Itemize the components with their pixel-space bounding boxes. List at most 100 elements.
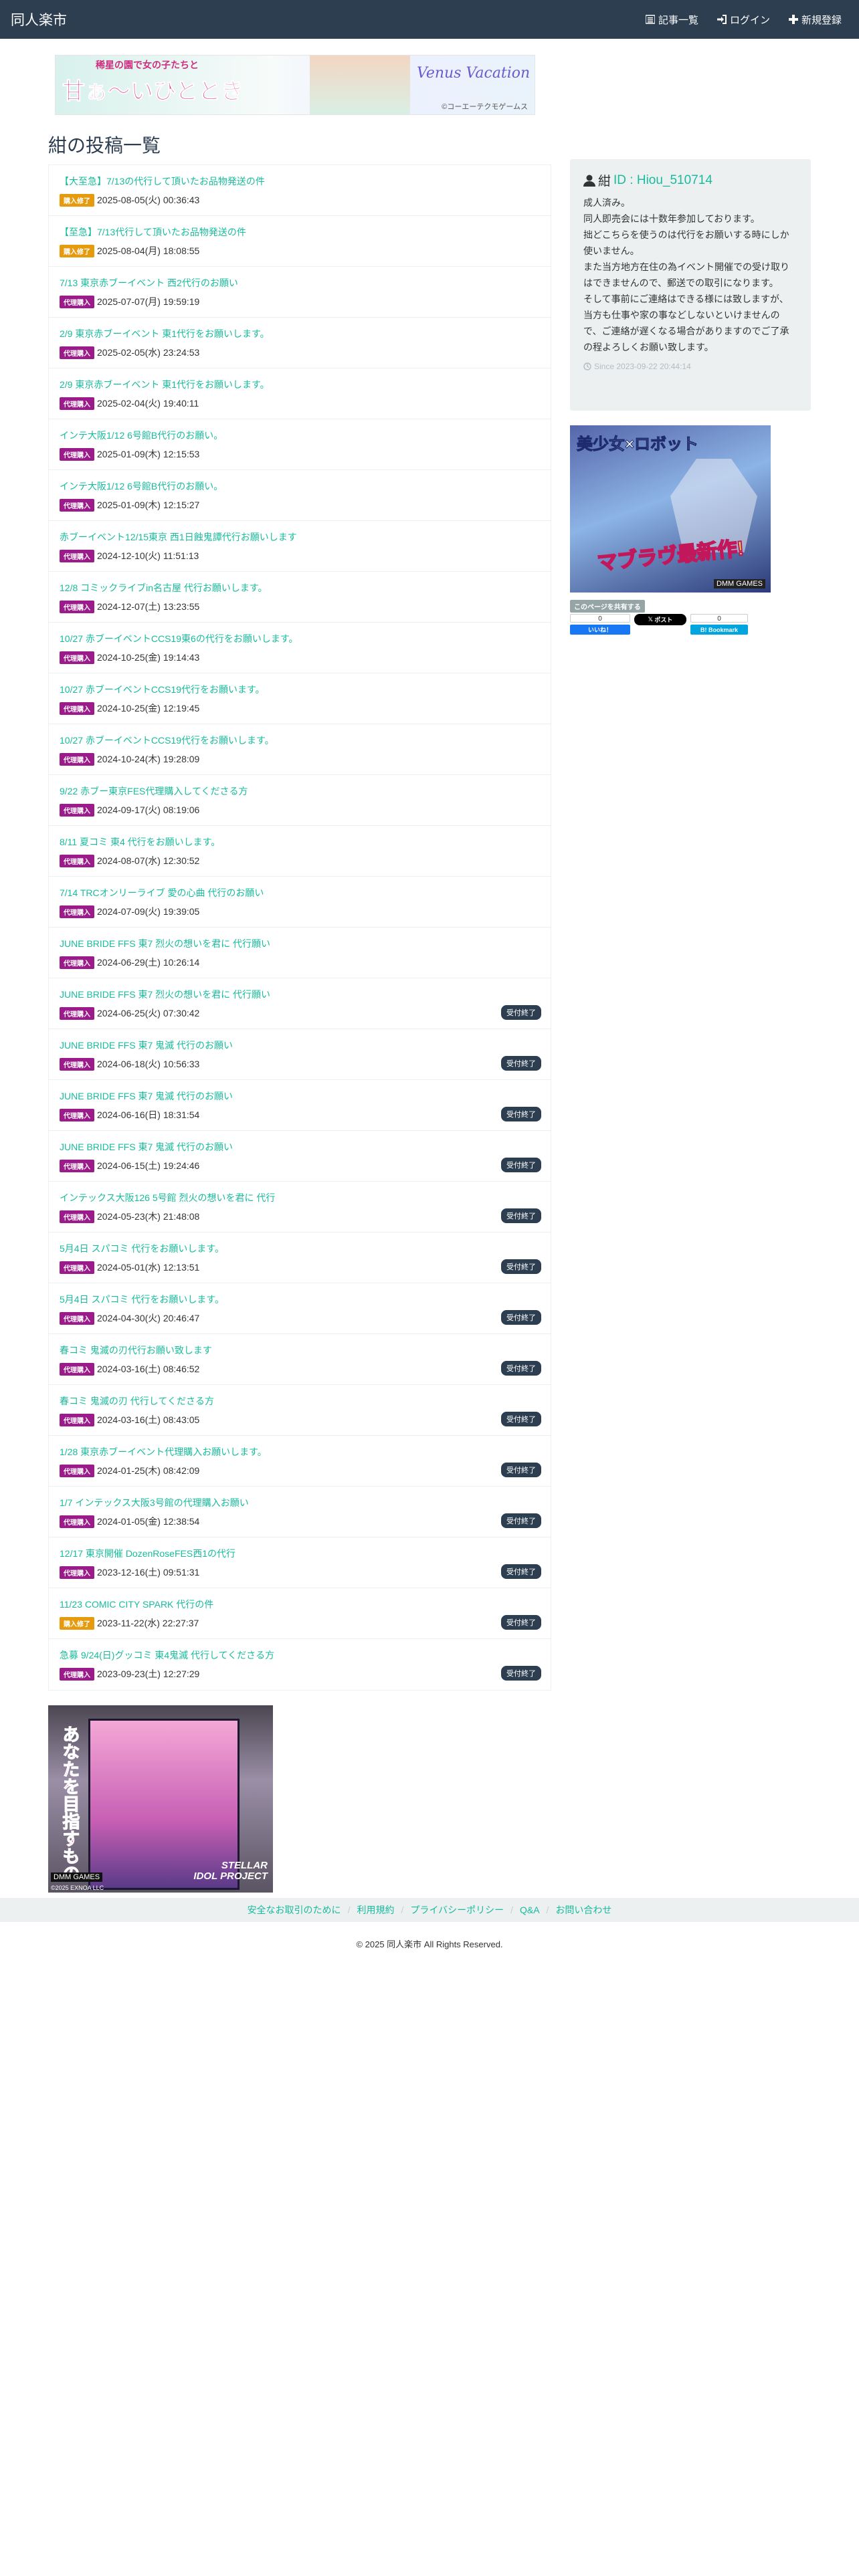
bottom-ad-brand-line2: IDOL PROJECT — [193, 1870, 268, 1882]
profile-bio: 成人済み。 同人即売会には十数年参加しております。 拙どこちらを使うのは代行をお… — [583, 197, 789, 352]
side-ad-title: 美少女×ロボット — [576, 435, 699, 454]
share-buttons: 0 いいね！ 𝕏 ポスト 0 B! Bookmark — [570, 614, 748, 637]
hatena-bookmark-count: 0 — [690, 614, 748, 623]
post-title-link[interactable]: インテックス大阪126 5号館 烈火の想いを君に 代行 — [60, 1191, 275, 1204]
post-meta: 代理購入 2024-12-10(火) 11:51:13 — [60, 549, 199, 562]
post-title-link[interactable]: 1/28 東京赤ブーイベント代理購入お願いします。 — [60, 1445, 267, 1459]
post-meta: 代理購入 2025-07-07(月) 19:59:19 — [60, 295, 199, 308]
site-brand[interactable]: 同人楽市 — [11, 9, 67, 29]
post-title-link[interactable]: 7/14 TRCオンリーライブ 愛の心曲 代行のお願い — [60, 886, 264, 899]
side-banner-ad[interactable]: 美少女×ロボット マブラヴ最新作! DMM GAMES — [570, 425, 771, 593]
post-item: 【至急】7/13代行して頂いたお品物発送の件 購入修了 2025-08-04(月) … — [49, 216, 551, 267]
facebook-like-label: いいね！ — [587, 627, 612, 633]
post-title-link[interactable]: JUNE BRIDE FFS 東7 鬼滅 代行のお願い — [60, 1039, 233, 1052]
post-date: 2024-01-25(木) 08:42:09 — [97, 1465, 200, 1476]
post-meta: 代理購入 2024-06-16(日) 18:31:54 — [60, 1108, 199, 1121]
nav-register-label: 新規登録 — [801, 14, 842, 26]
post-meta: 代理購入 2025-02-04(火) 19:40:11 — [60, 397, 199, 410]
post-category-badge: 代理購入 — [60, 1006, 94, 1020]
footer-separator: / — [546, 1905, 549, 1915]
post-meta: 代理購入 2024-03-16(土) 08:46:52 — [60, 1362, 199, 1376]
post-title-link[interactable]: 10/27 赤ブーイベントCCS19東6の代行をお願いします。 — [60, 632, 298, 645]
post-item: インテ大阪1/12 6号館B代行のお願い。 代理購入 2025-01-09(木) 1… — [49, 419, 551, 470]
post-title-link[interactable]: 7/13 東京赤ブーイベント 西2代行のお願い — [60, 276, 238, 290]
post-title-link[interactable]: インテ大阪1/12 6号館B代行のお願い。 — [60, 479, 223, 493]
post-date: 2024-07-09(火) 19:39:05 — [97, 906, 200, 917]
bottom-ad-copyright: ©2025 EXNOA LLC — [51, 1885, 104, 1891]
bottom-banner-ad[interactable]: あなたを目指すもの STELLAR IDOL PROJECT DMM GAMES… — [48, 1705, 273, 1893]
post-title-link[interactable]: 12/8 コミックライブin名古屋 代行お願いします。 — [60, 581, 268, 595]
post-date: 2025-08-05(火) 00:36:43 — [97, 195, 200, 205]
post-title-link[interactable]: 春コミ 鬼滅の刃 代行してくださる方 — [60, 1394, 214, 1408]
post-title-link[interactable]: 2/9 東京赤ブーイベント 東1代行をお願いします。 — [60, 378, 270, 391]
x-share: 𝕏 ポスト — [634, 614, 686, 637]
post-category-badge: 代理購入 — [60, 1566, 94, 1579]
post-title-link[interactable]: 1/7 インテックス大阪3号館の代理購入お願い — [60, 1496, 249, 1509]
post-title-link[interactable]: 赤ブーイベント12/15東京 西1日蝕鬼譚代行お願いします — [60, 530, 297, 544]
post-title-link[interactable]: 10/27 赤ブーイベントCCS19代行をお願います。 — [60, 683, 265, 696]
post-item: インテックス大阪126 5号館 烈火の想いを君に 代行 代理購入 2024-05-2… — [49, 1182, 551, 1232]
post-status-badge: 受付終了 — [501, 1564, 541, 1579]
facebook-like-button[interactable]: いいね！ — [570, 625, 630, 635]
profile-since: Since 2023-09-22 20:44:14 — [583, 362, 797, 371]
top-banner-ad[interactable]: 稀星の園で女の子たちと 甘ぁ～いひととき Venus Vacation ©コーエ… — [55, 55, 535, 115]
nav-register[interactable]: 新規登録 — [788, 13, 842, 27]
footer-separator: / — [347, 1905, 351, 1915]
profile-id-link[interactable]: ID : Hiou_510714 — [613, 173, 712, 188]
facebook-share: 0 いいね！ — [570, 614, 630, 637]
post-date: 2024-10-25(金) 19:14:43 — [97, 652, 200, 663]
post-item: 12/8 コミックライブin名古屋 代行お願いします。 代理購入 2024-12-0… — [49, 572, 551, 623]
footer-link-terms[interactable]: 利用規約 — [357, 1903, 394, 1917]
post-date: 2024-12-10(火) 11:51:13 — [97, 550, 199, 561]
post-title-link[interactable]: 2/9 東京赤ブーイベント 東1代行をお願いします。 — [60, 327, 270, 340]
nav-login[interactable]: ログイン — [717, 13, 770, 27]
post-title-link[interactable]: JUNE BRIDE FFS 東7 鬼滅 代行のお願い — [60, 1140, 233, 1154]
post-category-badge: 代理購入 — [60, 702, 94, 715]
post-meta: 代理購入 2024-03-16(土) 08:43:05 — [60, 1413, 199, 1426]
post-date: 2023-09-23(土) 12:27:29 — [97, 1669, 200, 1679]
post-title-link[interactable]: 5月4日 スパコミ 代行をお願いします。 — [60, 1293, 224, 1306]
post-category-badge: 購入修了 — [60, 1616, 94, 1630]
footer-link-safety[interactable]: 安全なお取引のために — [248, 1903, 341, 1917]
bottom-ad-brand-line1: STELLAR — [221, 1860, 268, 1871]
post-date: 2025-01-09(木) 12:15:27 — [97, 500, 200, 510]
profile-card: 紺 ID : Hiou_510714 成人済み。 同人即売会には十数年参加してお… — [570, 159, 811, 411]
post-item: 9/22 赤ブー東京FES代理購入してくださる方 代理購入 2024-09-17(火… — [49, 775, 551, 826]
post-item: JUNE BRIDE FFS 東7 鬼滅 代行のお願い 代理購入 2024-06-1… — [49, 1029, 551, 1080]
post-title-link[interactable]: 急募 9/24(日)グッコミ 東4鬼滅 代行してくださる方 — [60, 1648, 274, 1662]
post-category-badge: 購入修了 — [60, 193, 94, 207]
post-title-link[interactable]: JUNE BRIDE FFS 東7 烈火の想いを君に 代行願い — [60, 937, 270, 950]
post-category-badge: 代理購入 — [60, 1464, 94, 1477]
post-title-link[interactable]: 10/27 赤ブーイベントCCS19代行をお願いします。 — [60, 734, 274, 747]
post-title-link[interactable]: 8/11 夏コミ 東4 代行をお願いします。 — [60, 835, 220, 849]
footer-link-privacy[interactable]: プライバシーポリシー — [410, 1903, 504, 1917]
post-title-link[interactable]: 【大至急】7/13の代行して頂いたお品物発送の件 — [60, 175, 265, 188]
hatena-bookmark-button[interactable]: B! Bookmark — [690, 625, 748, 635]
post-title-link[interactable]: インテ大阪1/12 6号館B代行のお願い。 — [60, 429, 223, 442]
post-title-link[interactable]: JUNE BRIDE FFS 東7 鬼滅 代行のお願い — [60, 1089, 233, 1103]
banner-main-text: 甘ぁ～いひととき — [62, 79, 244, 105]
nav-article-list[interactable]: 記事一覧 — [645, 13, 698, 27]
post-date: 2024-05-23(木) 21:48:08 — [97, 1211, 200, 1222]
footer-link-contact[interactable]: お問い合わせ — [555, 1903, 611, 1917]
post-title-link[interactable]: 【至急】7/13代行して頂いたお品物発送の件 — [60, 225, 246, 239]
side-ad-maker: DMM GAMES — [713, 579, 765, 588]
post-category-badge: 代理購入 — [60, 1159, 94, 1172]
banner-sub-text: 稀星の園で女の子たちと — [96, 60, 199, 70]
post-title-link[interactable]: 11/23 COMIC CITY SPARK 代行の件 — [60, 1598, 213, 1611]
banner-credit: ©コーエーテクモゲームス — [442, 103, 528, 111]
post-category-badge: 代理購入 — [60, 1667, 94, 1681]
x-post-button[interactable]: 𝕏 ポスト — [634, 614, 686, 625]
post-title-link[interactable]: JUNE BRIDE FFS 東7 烈火の想いを君に 代行願い — [60, 988, 270, 1001]
footer-link-faq[interactable]: Q&A — [520, 1905, 540, 1915]
post-meta: 代理購入 2024-06-15(土) 19:24:46 — [60, 1159, 199, 1172]
post-category-badge: 代理購入 — [60, 803, 94, 817]
post-title-link[interactable]: 12/17 東京開催 DozenRoseFES西1の代行 — [60, 1547, 235, 1560]
footer-separator: / — [510, 1905, 513, 1915]
post-title-link[interactable]: 春コミ 鬼滅の刃代行お願い致します — [60, 1344, 212, 1357]
post-item: JUNE BRIDE FFS 東7 烈火の想いを君に 代行願い 代理購入 2024-… — [49, 928, 551, 978]
x-post-label: ポスト — [654, 617, 673, 623]
post-title-link[interactable]: 5月4日 スパコミ 代行をお願いします。 — [60, 1242, 224, 1255]
post-title-link[interactable]: 9/22 赤ブー東京FES代理購入してくださる方 — [60, 784, 248, 798]
list-icon — [645, 15, 655, 24]
